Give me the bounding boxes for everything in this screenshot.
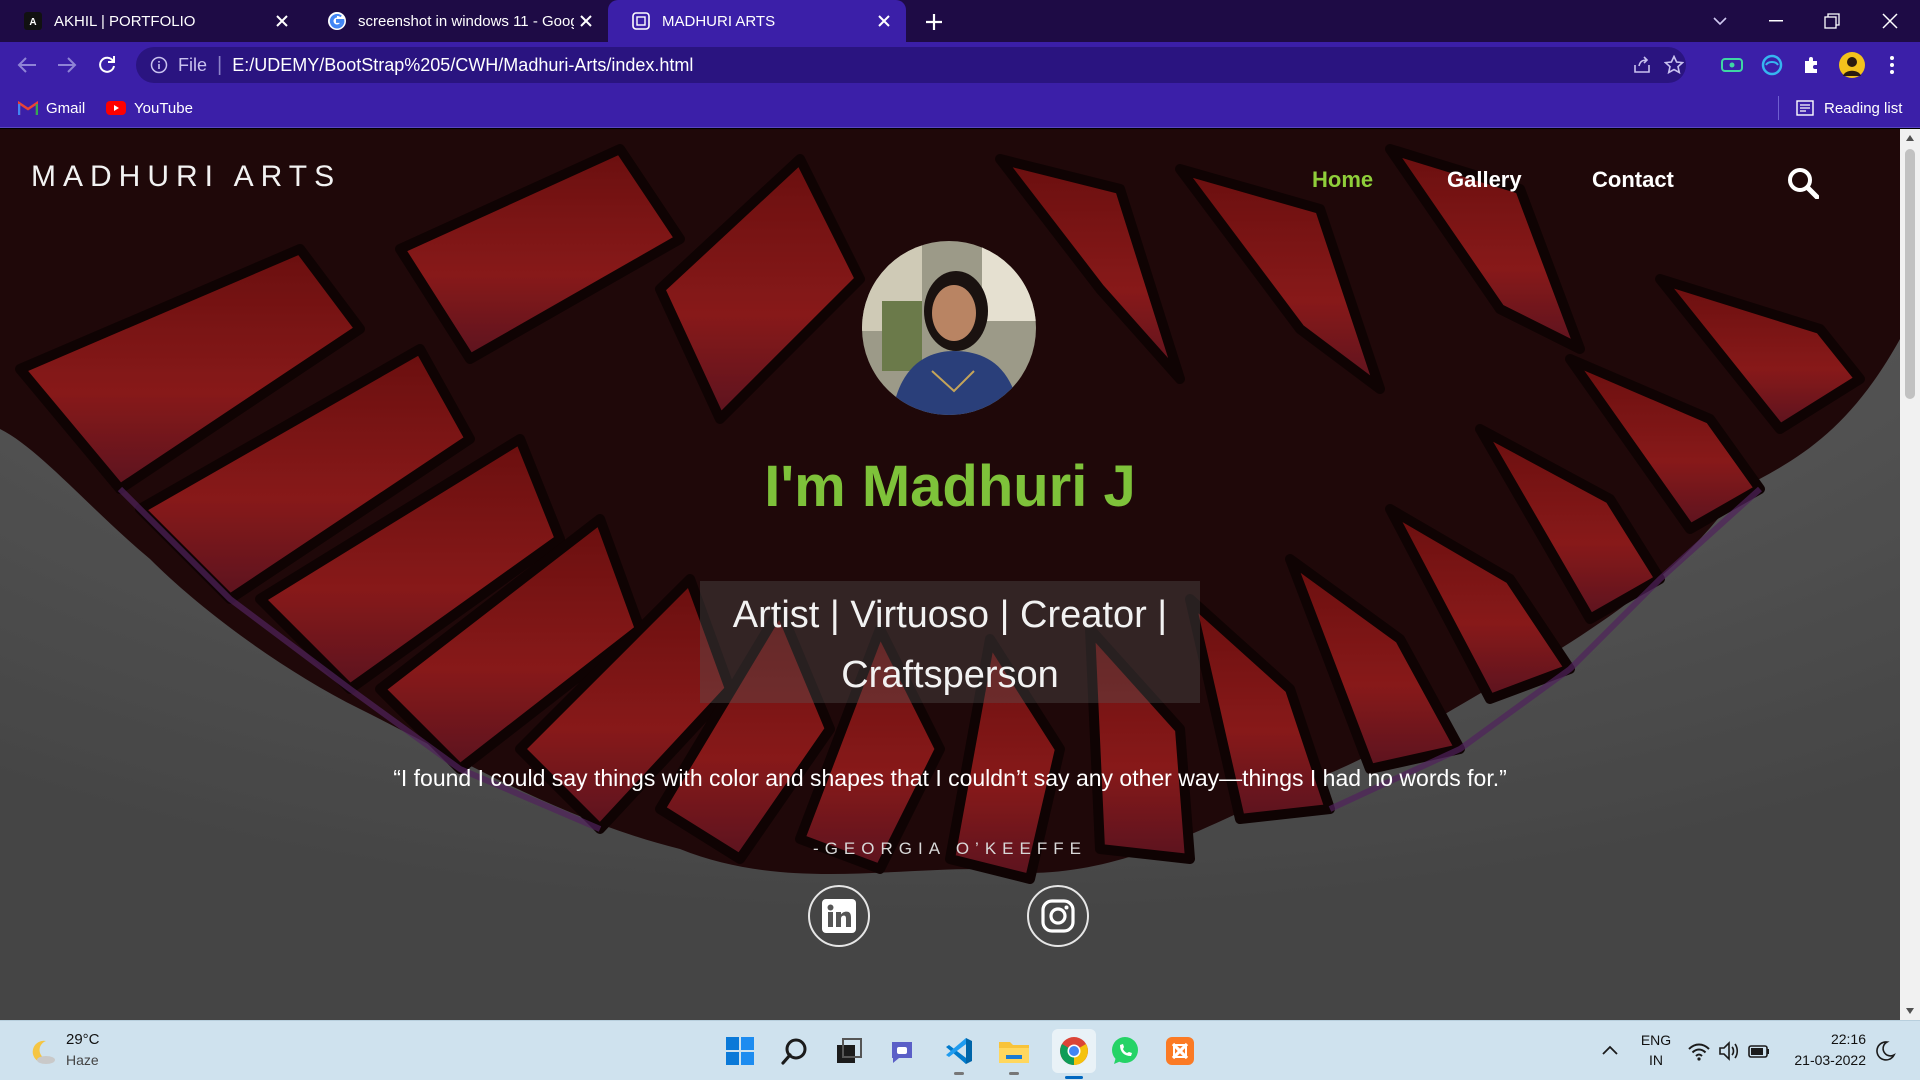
focus-assist-moon-icon[interactable]	[1874, 1040, 1896, 1062]
active-indicator	[1065, 1076, 1083, 1079]
scroll-down-arrow-icon[interactable]	[1906, 1008, 1914, 1014]
address-divider: |	[217, 53, 223, 76]
language-region[interactable]: IN	[1638, 1052, 1674, 1068]
clock-date[interactable]: 21-03-2022	[1770, 1052, 1866, 1068]
file-explorer-icon[interactable]	[996, 1033, 1032, 1075]
extension-edge-icon[interactable]	[1758, 51, 1786, 79]
tab-search-chevron-icon[interactable]	[1692, 0, 1748, 42]
chrome-icon[interactable]	[1052, 1029, 1096, 1079]
close-icon[interactable]	[270, 9, 294, 33]
weather-temperature[interactable]: 29°C	[66, 1031, 100, 1048]
bookmark-youtube[interactable]: YouTube	[106, 96, 193, 120]
page-favicon	[632, 12, 650, 30]
instagram-button[interactable]	[1027, 885, 1089, 947]
windows-taskbar: 29°C Haze ENG IN 22:16 21-03-2022	[0, 1020, 1920, 1080]
tab-title: screenshot in windows 11 - Goog	[358, 12, 574, 30]
web-page: MADHURI ARTS Home Gallery Contact I'm Ma…	[0, 129, 1900, 1020]
svg-text:A: A	[29, 17, 36, 28]
volume-icon[interactable]	[1718, 1040, 1740, 1062]
search-icon[interactable]	[777, 1033, 813, 1069]
profile-photo	[862, 241, 1036, 415]
minimize-button[interactable]	[1748, 0, 1804, 42]
nav-link-contact[interactable]: Contact	[1592, 167, 1674, 193]
scroll-up-arrow-icon[interactable]	[1906, 135, 1914, 141]
battery-icon[interactable]	[1748, 1040, 1770, 1062]
tab-screenshot-search[interactable]: screenshot in windows 11 - Goog	[304, 0, 608, 42]
browser-menu-icon[interactable]	[1878, 51, 1906, 79]
extensions-puzzle-icon[interactable]	[1798, 51, 1826, 79]
show-hidden-icons-chevron-icon[interactable]	[1598, 1039, 1622, 1063]
hero-quote: “I found I could say things with color a…	[393, 765, 1507, 791]
instagram-icon	[1041, 899, 1075, 933]
tab-strip: A AKHIL | PORTFOLIO screenshot in window…	[0, 0, 1920, 42]
reading-list-icon	[1796, 100, 1816, 116]
address-bar[interactable]: File | E:/UDEMY/BootStrap%205/CWH/Madhur…	[136, 47, 1686, 83]
running-indicator	[1009, 1072, 1019, 1075]
weather-condition[interactable]: Haze	[66, 1052, 99, 1068]
vscode-icon[interactable]	[941, 1033, 977, 1075]
bookmarks-divider	[1778, 96, 1779, 120]
reading-list-button[interactable]: Reading list	[1796, 96, 1902, 120]
xampp-icon[interactable]	[1162, 1033, 1198, 1069]
extension-green-icon[interactable]	[1718, 51, 1746, 79]
youtube-icon	[106, 100, 126, 116]
search-icon[interactable]	[1787, 167, 1819, 199]
linkedin-icon	[822, 899, 856, 933]
windows-start-icon[interactable]	[722, 1033, 758, 1069]
bookmark-label: YouTube	[134, 99, 193, 117]
tab-madhuri-arts[interactable]: MADHURI ARTS	[608, 0, 906, 42]
bookmark-star-icon[interactable]	[1662, 53, 1686, 77]
tab-title: AKHIL | PORTFOLIO	[54, 12, 196, 30]
address-scheme-label: File	[178, 54, 208, 75]
address-url[interactable]: E:/UDEMY/BootStrap%205/CWH/Madhuri-Arts/…	[232, 55, 693, 76]
info-icon[interactable]	[150, 56, 168, 74]
tab-akhil-portfolio[interactable]: A AKHIL | PORTFOLIO	[0, 0, 304, 42]
clock-time[interactable]: 22:16	[1770, 1031, 1866, 1047]
nav-link-gallery[interactable]: Gallery	[1447, 167, 1522, 193]
restore-button[interactable]	[1804, 0, 1860, 42]
close-window-button[interactable]	[1862, 0, 1918, 42]
whatsapp-icon[interactable]	[1107, 1033, 1143, 1069]
share-icon[interactable]	[1630, 53, 1654, 77]
new-tab-button[interactable]	[920, 8, 948, 36]
profile-avatar[interactable]	[1838, 51, 1866, 79]
forward-button[interactable]	[53, 51, 81, 79]
browser-toolbar: File | E:/UDEMY/BootStrap%205/CWH/Madhur…	[0, 42, 1920, 88]
bookmark-gmail[interactable]: Gmail	[18, 96, 85, 120]
weather-moon-icon[interactable]	[26, 1037, 56, 1067]
hero-tagline: Artist | Virtuoso | Creator | Craftspers…	[732, 594, 1168, 696]
task-view-icon[interactable]	[831, 1033, 867, 1069]
quote-author: -GEORGIA O’KEEFFE	[813, 839, 1087, 858]
bookmark-label: Gmail	[46, 99, 86, 117]
scrollbar-thumb[interactable]	[1905, 149, 1915, 399]
running-indicator	[954, 1072, 964, 1075]
tab-title: MADHURI ARTS	[662, 12, 776, 30]
nav-link-home[interactable]: Home	[1312, 167, 1373, 193]
linkedin-button[interactable]	[808, 885, 870, 947]
reload-button[interactable]	[93, 51, 121, 79]
site-brand[interactable]: MADHURI ARTS	[31, 160, 341, 194]
google-icon	[328, 12, 346, 30]
reading-list-label: Reading list	[1824, 99, 1903, 117]
teams-chat-icon[interactable]	[886, 1033, 922, 1069]
bookmarks-bar: Gmail YouTube Reading list	[0, 88, 1920, 128]
page-scrollbar[interactable]	[1900, 129, 1920, 1020]
wifi-icon[interactable]	[1688, 1040, 1710, 1062]
gmail-icon	[18, 100, 38, 116]
close-icon[interactable]	[872, 9, 896, 33]
language-indicator[interactable]: ENG	[1638, 1032, 1674, 1048]
hero-heading: I'm Madhuri J	[764, 454, 1136, 519]
akhil-favicon: A	[24, 12, 42, 30]
back-button[interactable]	[13, 51, 41, 79]
close-icon[interactable]	[574, 9, 598, 33]
